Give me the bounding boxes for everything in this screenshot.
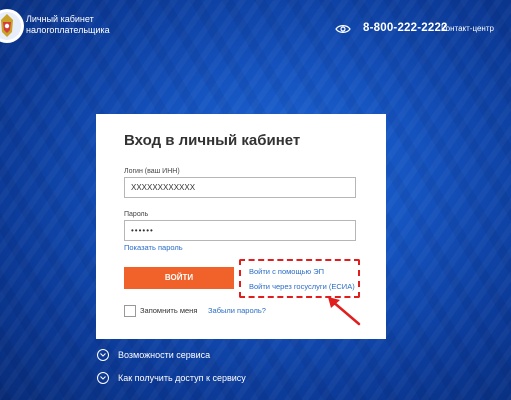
fns-emblem-logo[interactable] bbox=[0, 4, 26, 48]
brand-line-2: налогоплательщика bbox=[26, 25, 110, 35]
password-label: Пароль bbox=[124, 211, 149, 218]
eye-icon[interactable] bbox=[335, 24, 351, 34]
get-access-link[interactable]: Как получить доступ к сервису bbox=[118, 373, 246, 383]
password-input[interactable]: •••••• bbox=[124, 220, 356, 241]
arrow-annotation-icon bbox=[328, 297, 361, 326]
login-button[interactable]: ВОЙТИ bbox=[124, 267, 234, 289]
remember-me-label[interactable]: Запомнить меня bbox=[140, 306, 197, 315]
contact-center-link[interactable]: Контакт-центр bbox=[441, 24, 494, 33]
login-label: Логин (ваш ИНН) bbox=[124, 168, 180, 175]
alternative-login-box: Войти с помощью ЭП Войти через госуслуги… bbox=[239, 259, 360, 298]
brand-line-1: Личный кабинет bbox=[26, 14, 94, 24]
service-features-link[interactable]: Возможности сервиса bbox=[118, 350, 210, 360]
login-input[interactable]: XXXXXXXXXXXX bbox=[124, 177, 356, 198]
hotline-phone[interactable]: 8-800-222-2222 bbox=[363, 22, 448, 34]
login-title: Вход в личный кабинет bbox=[124, 132, 301, 149]
forgot-password-link[interactable]: Забыли пароль? bbox=[208, 306, 266, 315]
chevron-down-icon[interactable] bbox=[97, 349, 109, 361]
show-password-link[interactable]: Показать пароль bbox=[124, 243, 183, 252]
remember-me-checkbox[interactable] bbox=[124, 305, 136, 317]
brand-title[interactable]: Личный кабинет налогоплательщика bbox=[26, 14, 110, 36]
login-with-gosuslugi-link[interactable]: Войти через госуслуги (ЕСИА) bbox=[249, 282, 355, 291]
chevron-down-icon[interactable] bbox=[97, 372, 109, 384]
login-with-signature-link[interactable]: Войти с помощью ЭП bbox=[249, 267, 324, 276]
